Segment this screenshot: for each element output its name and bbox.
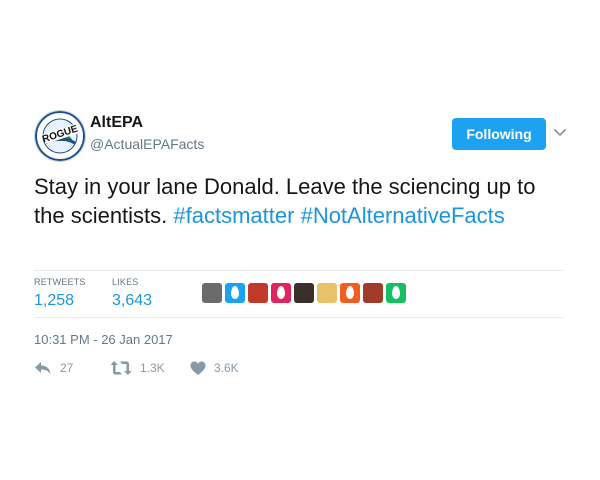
likes-label: LIKES [112,277,139,287]
reply-count: 27 [60,361,74,375]
likes-count[interactable]: 3,643 [112,292,152,310]
retweets-count[interactable]: 1,258 [34,292,74,310]
heart-icon [190,361,206,375]
tweet-timestamp[interactable]: 10:31 PM - 26 Jan 2017 [34,332,173,347]
retweets-label: RETWEETS [34,277,86,287]
liker-egg-avatar[interactable] [340,283,360,303]
following-button[interactable]: Following [452,118,546,150]
liker-avatar[interactable] [363,283,383,303]
liker-avatar[interactable] [294,283,314,303]
liker-avatars [202,283,406,303]
tweet-text: Stay in your lane Donald. Leave the scie… [34,172,564,230]
avatar[interactable]: ROGUE [34,110,86,162]
retweet-icon [110,361,132,375]
hashtag-link[interactable]: #factsmatter [173,203,294,228]
hashtag-link[interactable]: #NotAlternativeFacts [301,203,505,228]
reply-action[interactable]: 27 [34,358,73,378]
retweet-count: 1.3K [140,361,165,375]
liker-egg-avatar[interactable] [386,283,406,303]
liker-avatar[interactable] [248,283,268,303]
user-handle[interactable]: @ActualEPAFacts [90,136,204,152]
divider [34,270,564,271]
display-name[interactable]: AltEPA [90,114,143,132]
like-count: 3.6K [214,361,239,375]
liker-avatar[interactable] [317,283,337,303]
reply-icon [35,362,51,374]
like-action[interactable]: 3.6K [190,358,239,378]
liker-avatar[interactable] [202,283,222,303]
liker-egg-avatar[interactable] [225,283,245,303]
liker-egg-avatar[interactable] [271,283,291,303]
divider [34,317,564,318]
chevron-down-icon[interactable] [552,124,568,140]
rogue-epa-logo-icon: ROGUE [35,111,85,161]
retweet-action[interactable]: 1.3K [110,358,165,378]
